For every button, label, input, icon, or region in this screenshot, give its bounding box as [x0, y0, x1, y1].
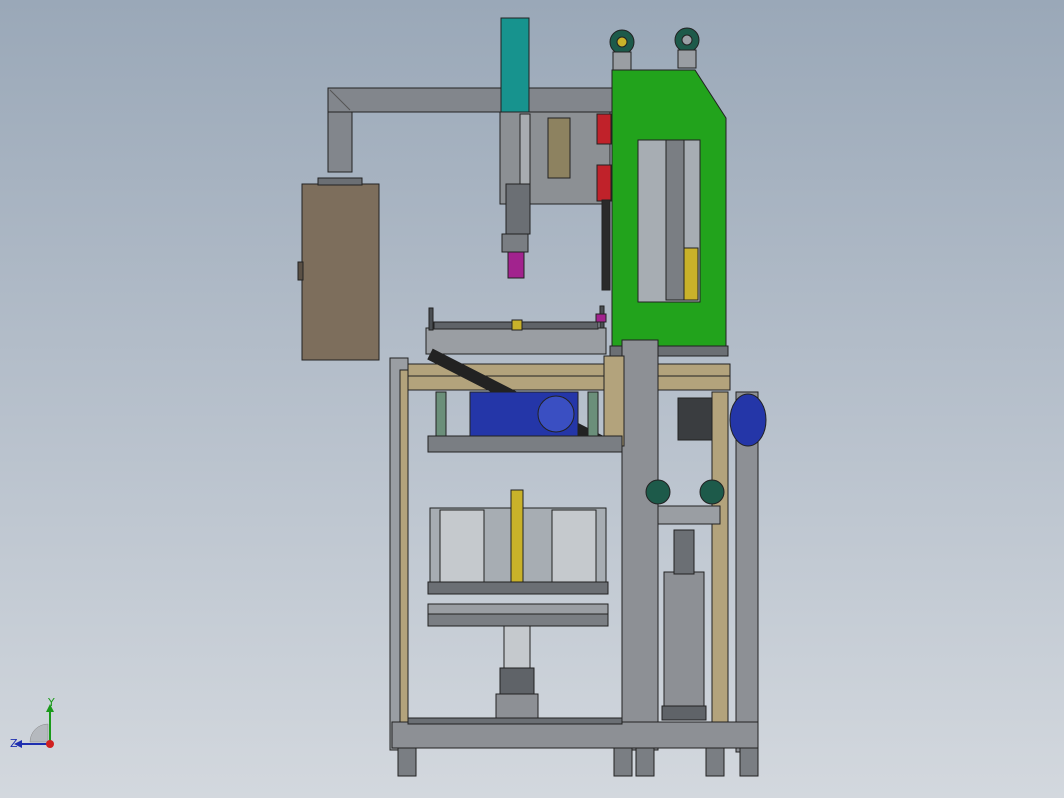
base-rail: [391, 721, 759, 749]
spindle-collar: [501, 233, 529, 253]
bottom-coupling: [499, 667, 535, 695]
frame-top-beam-2: [391, 375, 731, 391]
spindle-red-upper: [596, 113, 612, 145]
spindle-tip: [507, 251, 525, 279]
work-table-top[interactable]: [425, 327, 607, 355]
leveling-foot-3: [635, 747, 655, 777]
base-rail-inner: [407, 717, 623, 725]
leveling-foot-5: [739, 747, 759, 777]
triad-base-shape: [29, 723, 49, 743]
leveling-foot-1: [397, 747, 417, 777]
pulley-bottom-right[interactable]: [699, 479, 725, 505]
frame-column-mid: [621, 339, 659, 751]
table-post-left: [428, 307, 434, 331]
lift-cylinder[interactable]: [663, 571, 705, 709]
spindle-guide: [519, 113, 531, 185]
spindle-olive-block: [547, 117, 571, 179]
head-black-rail: [601, 199, 611, 291]
y-axis-label: Y: [47, 698, 55, 709]
drum-shelf: [427, 613, 609, 627]
drum-left[interactable]: [439, 509, 485, 583]
table-center-pin: [511, 319, 523, 331]
coordinate-triad: Y Z: [10, 698, 55, 750]
teal-cylinder[interactable]: [500, 17, 530, 117]
frame-column-mid-inner: [603, 355, 625, 447]
gearbox-base: [427, 435, 623, 453]
table-magenta-pin: [595, 313, 607, 323]
head-yellow-block: [683, 247, 699, 301]
gearbox-flange: [537, 395, 575, 433]
cabinet-mount: [317, 177, 363, 186]
drum-right[interactable]: [551, 509, 597, 583]
graphics-viewport[interactable]: Y Z: [0, 0, 1064, 798]
drum-lower-plate: [427, 603, 609, 615]
drum-base-plate: [427, 581, 609, 595]
machine-assembly-model[interactable]: [0, 0, 1064, 798]
leveling-foot-4: [705, 747, 725, 777]
lower-pulley-bracket: [657, 505, 721, 525]
lead-screw: [510, 489, 524, 583]
leveling-foot-2: [613, 747, 633, 777]
cabinet-handle: [297, 261, 304, 281]
spindle-red-lower: [596, 164, 612, 202]
gearbox-support-right: [587, 391, 599, 437]
bottom-base: [495, 693, 539, 719]
frame-column-right: [711, 391, 729, 723]
z-axis-label: Z: [10, 737, 18, 750]
pulley-top-right-bracket: [677, 49, 697, 69]
pulley-bottom-left[interactable]: [645, 479, 671, 505]
pulley-top-right-hub: [681, 34, 693, 46]
head-slide-rod: [665, 139, 685, 301]
pulley-top-left-hub: [616, 36, 628, 48]
frame-column-left-wood: [399, 369, 409, 731]
side-motor-blue[interactable]: [729, 393, 767, 447]
lift-cylinder-cap: [673, 529, 695, 575]
side-motor-body[interactable]: [677, 397, 713, 441]
electrical-cabinet[interactable]: [301, 183, 380, 361]
x-axis-dot-icon: [46, 740, 54, 748]
gearbox-support-left: [435, 391, 447, 437]
pulley-top-left-bracket: [612, 51, 632, 71]
spindle-body: [505, 183, 531, 235]
lift-cylinder-base: [661, 705, 707, 721]
